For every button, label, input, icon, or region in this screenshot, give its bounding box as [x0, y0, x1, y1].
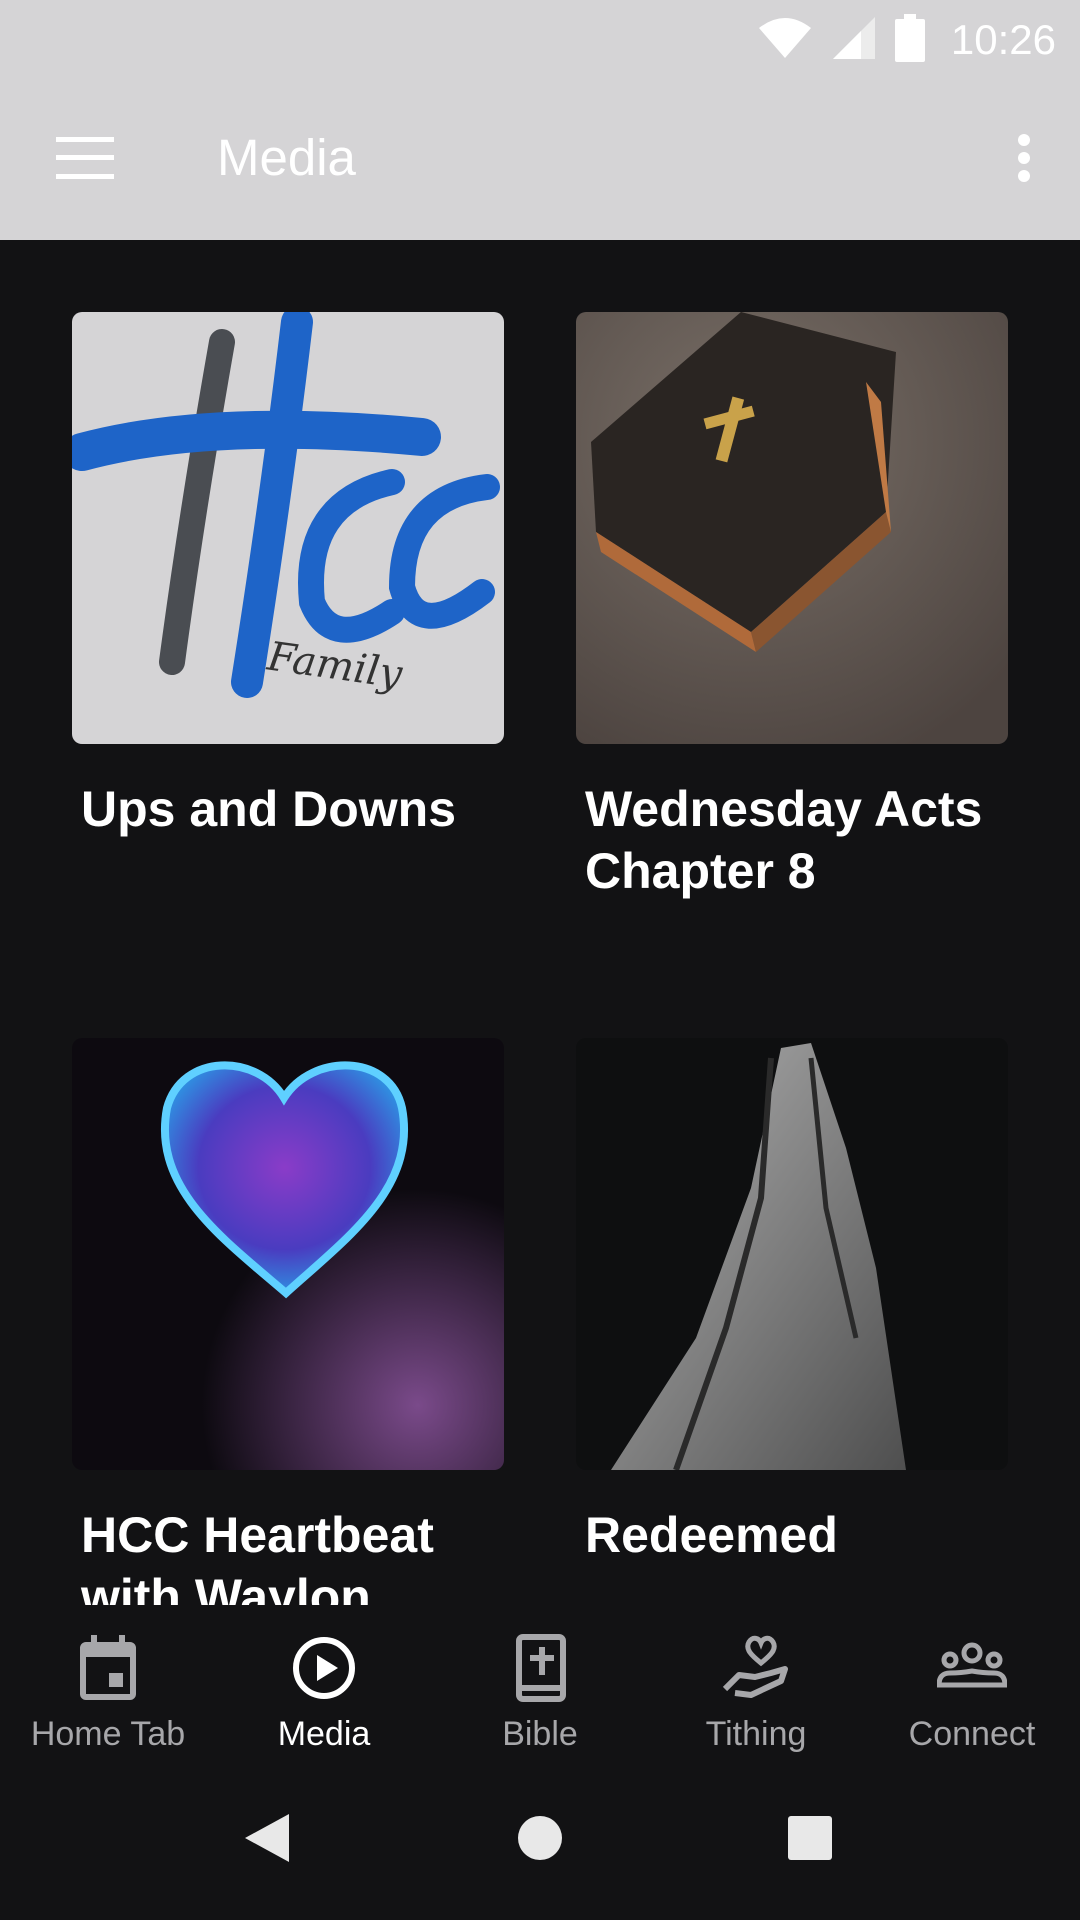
- status-time: 10:26: [950, 16, 1056, 63]
- media-title: HCC Heartbeat with Waylon: [81, 1507, 434, 1605]
- media-card[interactable]: Redeemed: [576, 1038, 1008, 1566]
- media-title: Redeemed: [585, 1507, 838, 1563]
- praying-hands-image: [576, 1038, 1008, 1470]
- bible-icon: [505, 1633, 575, 1703]
- group-icon: [936, 1633, 1008, 1703]
- tab-bible[interactable]: Bible: [432, 1605, 648, 1760]
- heart-hand-icon: [721, 1633, 791, 1703]
- tab-media[interactable]: Media: [216, 1605, 432, 1760]
- media-card[interactable]: Family Ups and Downs: [72, 312, 504, 840]
- media-card[interactable]: HCC Heartbeat with Waylon: [72, 1038, 504, 1605]
- status-icons: 10:26: [757, 12, 1056, 68]
- hamburger-menu-icon: [56, 136, 114, 184]
- media-thumbnail: [72, 1038, 504, 1470]
- logo-subtext: Family: [264, 633, 406, 698]
- more-options-button[interactable]: [988, 116, 1060, 204]
- media-title: Wednesday Acts Chapter 8: [585, 781, 983, 899]
- media-card[interactable]: Wednesday Acts Chapter 8: [576, 312, 1008, 902]
- tab-tithing[interactable]: Tithing: [648, 1605, 864, 1760]
- menu-button[interactable]: [40, 120, 130, 200]
- media-grid: Family Ups and Downs Wednesday Acts Chap…: [0, 240, 1080, 1605]
- wifi-icon: [757, 16, 813, 65]
- bottom-nav: Home Tab Media Bible Tithing Connect: [0, 1605, 1080, 1760]
- home-circle-icon: [516, 1814, 564, 1867]
- page-title: Media: [217, 129, 356, 186]
- hcc-family-logo: Family: [72, 312, 500, 698]
- media-title: Ups and Downs: [81, 781, 457, 837]
- cell-signal-icon: [831, 15, 877, 66]
- tab-label: Tithing: [705, 1715, 807, 1753]
- back-triangle-icon: [243, 1812, 291, 1869]
- glass-heart-image: [72, 1038, 504, 1470]
- recents-button[interactable]: [770, 1800, 850, 1880]
- play-circle-icon: [289, 1633, 359, 1703]
- battery-icon: [894, 13, 925, 67]
- home-button[interactable]: [500, 1800, 580, 1880]
- system-nav-bar: [0, 1760, 1080, 1920]
- media-thumbnail: [576, 1038, 1008, 1470]
- tab-connect[interactable]: Connect: [864, 1605, 1080, 1760]
- media-thumbnail: [576, 312, 1008, 744]
- app-bar: Media: [0, 80, 1080, 240]
- media-thumbnail: Family: [72, 312, 504, 744]
- back-button[interactable]: [227, 1800, 307, 1880]
- calendar-icon: [73, 1633, 143, 1703]
- tab-home[interactable]: Home Tab: [0, 1605, 216, 1760]
- tab-label: Home Tab: [30, 1715, 186, 1753]
- recents-square-icon: [787, 1815, 833, 1866]
- tab-label: Media: [277, 1715, 371, 1753]
- tab-label: Connect: [908, 1715, 1036, 1753]
- tab-label: Bible: [502, 1715, 578, 1753]
- more-vert-icon: [1016, 133, 1032, 188]
- status-bar: 10:26: [0, 0, 1080, 80]
- bible-book-image: [576, 312, 1008, 744]
